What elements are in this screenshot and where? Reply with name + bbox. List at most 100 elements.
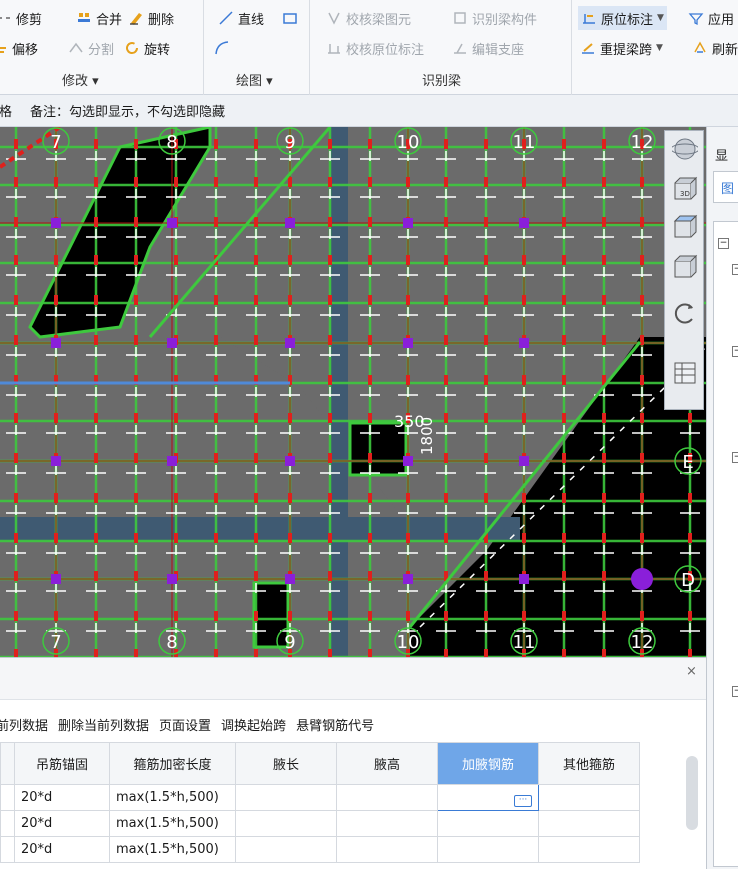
rebar-mark [214, 335, 218, 345]
table-cell[interactable]: max(1.5*h,500) [109, 784, 236, 811]
table-cell[interactable] [235, 836, 337, 863]
rebar-mark [254, 295, 258, 305]
rebar-mark [134, 611, 138, 621]
dimension-text: 1800 [418, 417, 436, 455]
layer-table-button[interactable] [669, 359, 701, 391]
rebar-mark [406, 255, 410, 265]
table-cell[interactable]: 20*d [14, 784, 110, 811]
ellipsis-icon[interactable]: ··· [514, 794, 532, 807]
group-modify-label[interactable]: 修改 ▾ [62, 70, 99, 89]
tree-collapse-icon[interactable]: − [732, 452, 738, 463]
table-cell[interactable] [437, 810, 539, 837]
col-header-other-stirrup[interactable]: 其他箍筋 [538, 742, 640, 785]
table-cell[interactable]: 20*d [14, 836, 110, 863]
offset-button[interactable]: 偏移 [0, 36, 38, 60]
rebar-mark [254, 217, 258, 227]
close-icon[interactable]: × [686, 664, 697, 679]
table-cell[interactable] [336, 836, 438, 863]
view-3d-button[interactable]: 3D [669, 175, 701, 207]
rebar-mark [14, 493, 18, 503]
group-draw-label[interactable]: 绘图 ▾ [236, 70, 273, 89]
rotate-view-button[interactable] [669, 299, 701, 331]
tree-collapse-icon[interactable]: − [732, 686, 738, 697]
arc-button[interactable] [214, 36, 230, 60]
refresh-button[interactable]: 刷新 [692, 36, 738, 60]
rebar-mark [444, 335, 448, 345]
tree-collapse-icon[interactable]: − [732, 264, 738, 275]
delete-button[interactable]: 删除 [128, 6, 174, 30]
table-cell[interactable]: 20*d [14, 810, 110, 837]
action-delete-column[interactable]: 删除当前列数据 [58, 715, 149, 734]
rebar-mark [54, 413, 58, 423]
origin-label-table: 吊筋锚固 箍筋加密长度 腋长 腋高 加腋钢筋 其他箍筋 20*d max(1.5… [0, 742, 640, 863]
rebar-mark [368, 375, 372, 385]
edit-support-button[interactable]: 编辑支座 [452, 36, 524, 60]
cad-drawing[interactable]: 7 8 9 10 11 127 8 9 10 11 12ED3501800 [0, 127, 706, 657]
col-header-stirrup-dense-length[interactable]: 箍筋加密长度 [109, 742, 236, 785]
rebar-mark [602, 139, 606, 149]
rotate-button[interactable]: 旋转 [124, 36, 170, 60]
table-cell[interactable]: max(1.5*h,500) [109, 836, 236, 863]
trim-button[interactable]: 修剪 [0, 6, 42, 30]
check-origin-button[interactable]: 校核原位标注 [326, 36, 424, 60]
column-marker [519, 338, 529, 348]
identify-member-button[interactable]: 识别梁构件 [452, 6, 537, 30]
rebar-mark [522, 375, 526, 385]
tree-collapse-icon[interactable]: − [718, 238, 729, 249]
rectangle-button[interactable] [282, 6, 298, 30]
panel-tab[interactable]: 图 [713, 171, 738, 203]
table-cell[interactable] [336, 810, 438, 837]
rebar-mark [134, 493, 138, 503]
table-cell[interactable] [235, 810, 337, 837]
table-cell[interactable] [538, 810, 640, 837]
rebar-mark [484, 295, 488, 305]
rebar-mark [444, 375, 448, 385]
right-properties-panel: 显 图 − − − − − [706, 127, 738, 869]
rebar-mark [288, 295, 292, 305]
rebar-mark [254, 255, 258, 265]
rebar-mark [214, 139, 218, 149]
table-scrollbar[interactable] [686, 756, 698, 830]
reextract-span-button[interactable]: 重提梁跨 ▼ [580, 36, 663, 60]
table-cell[interactable] [235, 784, 337, 811]
action-swap-start-span[interactable]: 调换起始跨 [221, 715, 286, 734]
action-insert-column[interactable]: 前列数据 [0, 715, 48, 734]
col-header-haunch-height[interactable]: 腋高 [336, 742, 438, 785]
view-top-button[interactable] [669, 213, 701, 245]
rebar-mark [214, 571, 218, 581]
apply-button[interactable]: 应用 [688, 6, 734, 30]
table-cell[interactable] [538, 784, 640, 811]
col-header-haunch-length[interactable]: 腋长 [235, 742, 337, 785]
rebar-mark [134, 453, 138, 463]
axis-label-top: 7 [50, 132, 61, 153]
view-front-button[interactable] [669, 253, 701, 285]
action-page-setup[interactable]: 页面设置 [159, 715, 211, 734]
orbit-button[interactable] [669, 135, 701, 167]
rebar-mark [134, 177, 138, 187]
rebar-mark [444, 177, 448, 187]
table-cell[interactable]: max(1.5*h,500) [109, 810, 236, 837]
tree-collapse-icon[interactable]: − [732, 346, 738, 357]
table-cell[interactable] [336, 784, 438, 811]
split-button[interactable]: 分割 [68, 36, 114, 60]
table-cell[interactable] [538, 836, 640, 863]
rebar-mark [174, 177, 178, 187]
rebar-mark [444, 255, 448, 265]
origin-label-dropdown[interactable]: 原位标注 ▼ [578, 6, 667, 30]
rebar-mark [328, 533, 332, 543]
group-origin: 原位标注 ▼ 应用 重提梁跨 ▼ 刷新 [572, 0, 738, 95]
check-beam-button[interactable]: 校核梁图元 [326, 6, 411, 30]
table-cell[interactable] [437, 836, 539, 863]
rebar-mark [94, 413, 98, 423]
merge-button[interactable]: 合并 [76, 6, 122, 30]
rebar-mark [522, 177, 526, 187]
selected-table-cell[interactable]: ··· [437, 784, 539, 811]
table-grid-icon [672, 360, 698, 390]
rebar-mark [14, 533, 18, 543]
col-header-hanger-anchor[interactable]: 吊筋锚固 [14, 742, 110, 785]
col-header-haunch-rebar[interactable]: 加腋钢筋 [437, 742, 539, 785]
line-button[interactable]: 直线 [218, 6, 264, 30]
action-cantilever-code[interactable]: 悬臂钢筋代号 [296, 715, 374, 734]
cad-canvas[interactable]: 7 8 9 10 11 12 7 8 9 10 11 12 E D 350 1800 [0, 127, 706, 657]
rebar-mark [484, 139, 488, 149]
